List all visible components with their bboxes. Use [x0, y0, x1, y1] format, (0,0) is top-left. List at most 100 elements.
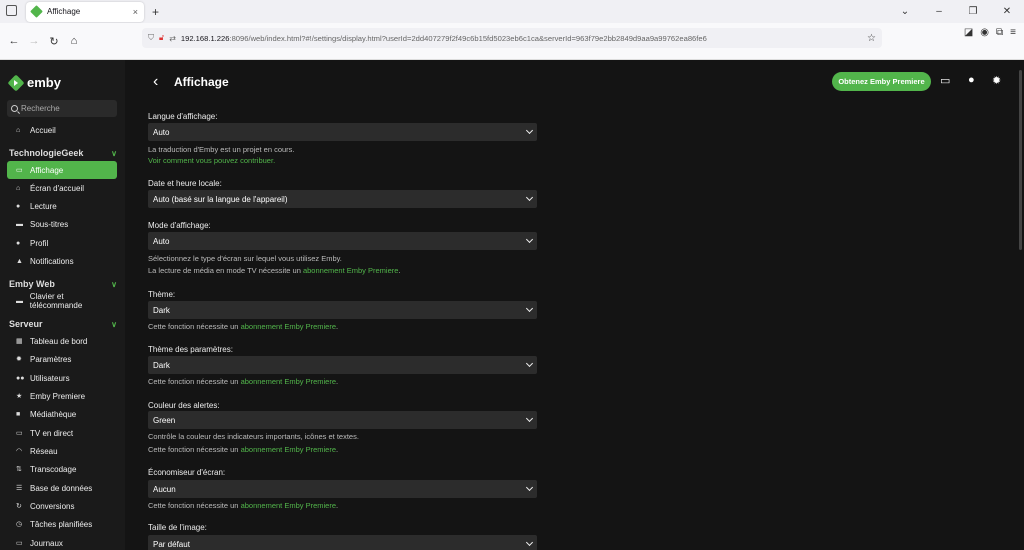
sidebar-item-dashboard[interactable]: ▦ Tableau de bord: [7, 332, 117, 350]
get-premiere-button[interactable]: Obtenez Emby Premiere: [832, 72, 931, 91]
theme-select[interactable]: Dark: [148, 301, 537, 319]
folder-icon: ▭: [16, 540, 23, 547]
people-icon: ●●: [16, 374, 25, 382]
dropdown-icon[interactable]: ⌄: [888, 6, 922, 17]
chevron-down-icon[interactable]: ∨: [111, 149, 117, 158]
sidebar-item-emby-premiere[interactable]: ★ Emby Premiere: [7, 387, 117, 405]
bookmark-star-icon[interactable]: ☆: [867, 33, 876, 44]
premiere-link[interactable]: abonnement Emby Premiere: [241, 377, 336, 386]
sidebar-item-label: Réseau: [30, 446, 58, 456]
image-size-select[interactable]: Par défaut: [148, 535, 537, 550]
main-content: ‹ Affichage Obtenez Emby Premiere ▭ ● ✹ …: [125, 60, 1024, 550]
emby-logo[interactable]: emby: [7, 74, 61, 91]
close-window-button[interactable]: ✕: [990, 6, 1024, 17]
minimize-button[interactable]: –: [922, 6, 956, 17]
dashboard-icon: ▦: [16, 338, 23, 345]
transcode-icon: ⇅: [16, 466, 22, 473]
help-text: Cette fonction nécessite un: [148, 377, 241, 386]
back-icon[interactable]: ←: [4, 35, 24, 47]
clock-icon: ◷: [16, 521, 23, 528]
language-select[interactable]: Auto: [148, 123, 537, 141]
sidebar-item-label: Clavier et télécommande: [29, 292, 83, 310]
play-circle-icon: ●: [16, 202, 21, 210]
pocket-icon[interactable]: ◪: [964, 27, 973, 38]
cast-icon[interactable]: ▭: [940, 74, 950, 87]
section-header-server[interactable]: Serveur ∨: [9, 319, 117, 329]
menu-icon[interactable]: ≡: [1010, 27, 1016, 38]
chevron-down-icon: [525, 193, 534, 202]
forward-icon[interactable]: →: [24, 35, 44, 47]
sidebar-item-conversions[interactable]: ↻ Conversions: [7, 497, 117, 515]
sidebar-item-label: Utilisateurs: [30, 373, 70, 383]
sidebar-item-label: Base de données: [30, 483, 93, 493]
gear-icon[interactable]: ✹: [992, 74, 1001, 87]
help-text: Cette fonction nécessite un: [148, 501, 241, 510]
user-icon[interactable]: ●: [968, 74, 975, 86]
select-value: Aucun: [153, 484, 176, 494]
premiere-link[interactable]: abonnement Emby Premiere: [241, 501, 336, 510]
browser-tab[interactable]: Affichage ×: [26, 1, 144, 22]
sidebar-item-profile[interactable]: ● Profil: [7, 234, 117, 252]
bell-icon: ▲: [16, 257, 23, 265]
restore-button[interactable]: ❐: [956, 6, 990, 17]
folder-icon: ■: [16, 410, 21, 418]
scrollbar[interactable]: [1019, 70, 1022, 250]
sidebar-item-home-screen[interactable]: ⌂ Écran d'accueil: [7, 179, 117, 197]
chevron-down-icon[interactable]: ∨: [111, 280, 117, 289]
sidebar-item-subtitles[interactable]: ▬ Sous-titres: [7, 215, 117, 233]
sidebar-item-network[interactable]: ◠ Réseau: [7, 442, 117, 460]
sidebar-item-library[interactable]: ■ Médiathèque: [7, 405, 117, 423]
datetime-select[interactable]: Auto (basé sur la langue de l'appareil): [148, 190, 537, 208]
sidebar-item-notifications[interactable]: ▲ Notifications: [7, 252, 117, 270]
sidebar-item-database[interactable]: ☰ Base de données: [7, 479, 117, 497]
sidebar-item-label: Profil: [30, 238, 49, 248]
insecure-lock-icon[interactable]: 🔓︎: [159, 33, 164, 43]
screensaver-select[interactable]: Aucun: [148, 480, 537, 498]
section-title: Emby Web: [9, 279, 55, 289]
home-icon: ⌂: [16, 184, 21, 192]
sidebar-item-keyboard[interactable]: ▬ Clavier et télécommande: [7, 292, 117, 310]
section-header-user[interactable]: TechnologieGeek ∨: [9, 148, 117, 158]
back-arrow-icon[interactable]: ‹: [153, 73, 158, 91]
shield-icon[interactable]: ⛉: [148, 33, 154, 43]
sidebar-item-label: TV en direct: [30, 428, 74, 438]
sidebar-item-settings[interactable]: ✹ Paramètres: [7, 350, 117, 368]
search-input[interactable]: Recherche: [7, 100, 117, 117]
premiere-link[interactable]: abonnement Emby Premiere: [241, 322, 336, 331]
help-text: Cette fonction nécessite un: [148, 445, 241, 454]
extensions-icon[interactable]: ⧉: [996, 27, 1003, 38]
sidebar-item-logs[interactable]: ▭ Journaux: [7, 534, 117, 550]
tab-list-icon[interactable]: [6, 5, 17, 16]
chevron-down-icon[interactable]: ∨: [111, 320, 117, 329]
sidebar-item-transcoding[interactable]: ⇅ Transcodage: [7, 460, 117, 478]
section-header-emby-web[interactable]: Emby Web ∨: [9, 279, 117, 289]
premiere-link[interactable]: abonnement Emby Premiere: [241, 445, 336, 454]
help-suffix: .: [336, 377, 339, 386]
contribute-link[interactable]: Voir comment vous pouvez contribuer.: [148, 156, 275, 165]
sidebar-item-label: Écran d'accueil: [30, 183, 84, 193]
sidebar-item-label: Emby Premiere: [30, 391, 86, 401]
sidebar-item-display[interactable]: ▭ Affichage: [7, 161, 117, 179]
account-icon[interactable]: ◉: [980, 27, 989, 38]
alert-color-help: Contrôle la couleur des indicateurs impo…: [148, 432, 359, 441]
alert-color-select[interactable]: Green: [148, 411, 537, 429]
premiere-link[interactable]: abonnement Emby Premiere: [303, 266, 398, 275]
display-mode-select[interactable]: Auto: [148, 232, 537, 250]
new-tab-button[interactable]: +: [152, 5, 159, 19]
sidebar-item-playback[interactable]: ● Lecture: [7, 197, 117, 215]
select-value: Auto (basé sur la langue de l'appareil): [153, 194, 288, 204]
reload-icon[interactable]: ↻: [44, 35, 64, 48]
permissions-icon[interactable]: ⇄: [169, 34, 176, 43]
alert-color-label: Couleur des alertes:: [148, 401, 220, 410]
sidebar-item-users[interactable]: ●● Utilisateurs: [7, 369, 117, 387]
home-icon[interactable]: ⌂: [64, 35, 84, 47]
help-suffix: .: [336, 501, 339, 510]
sidebar-item-live-tv[interactable]: ▭ TV en direct: [7, 424, 117, 442]
address-bar[interactable]: ⛉ 🔓︎ ⇄ 192.168.1.226 :8096/web/index.htm…: [142, 28, 882, 48]
sidebar-item-label: Sous-titres: [30, 219, 69, 229]
sidebar-item-scheduled-tasks[interactable]: ◷ Tâches planifiées: [7, 515, 117, 533]
settings-theme-select[interactable]: Dark: [148, 356, 537, 374]
sidebar-item-home[interactable]: ⌂ Accueil: [7, 121, 117, 139]
tab-close-icon[interactable]: ×: [133, 7, 138, 17]
select-value: Dark: [153, 305, 170, 315]
